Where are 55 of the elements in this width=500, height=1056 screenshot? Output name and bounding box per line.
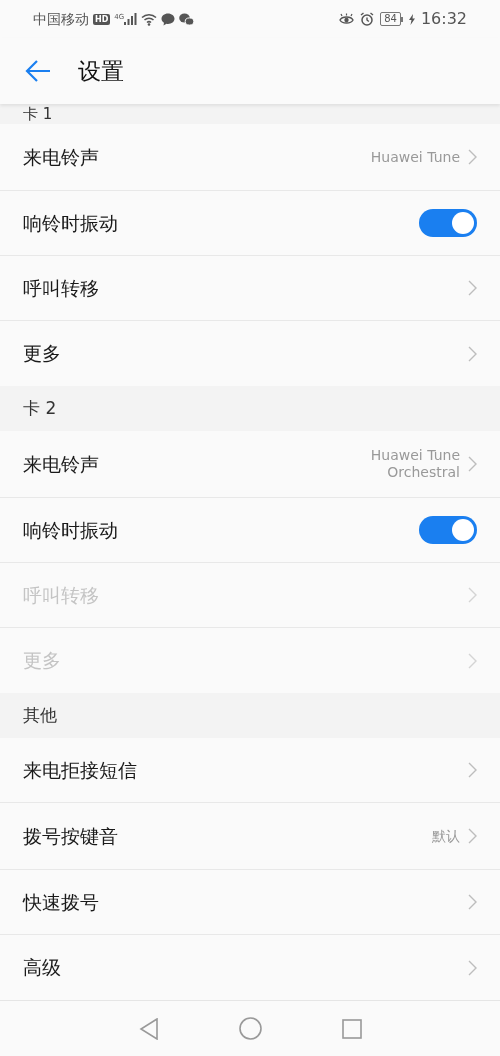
settings-row[interactable]: 呼叫转移 — [0, 256, 500, 321]
wifi-icon — [141, 12, 158, 26]
row-label: 更多 — [23, 341, 61, 367]
page-title: 设置 — [78, 56, 124, 86]
settings-row[interactable]: 更多 — [0, 321, 500, 386]
settings-row[interactable]: 响铃时振动 — [0, 498, 500, 563]
row-label: 来电铃声 — [23, 144, 99, 170]
back-arrow-icon[interactable] — [25, 60, 51, 82]
chevron-icon — [468, 828, 477, 844]
recents-nav-icon[interactable] — [341, 1018, 362, 1039]
row-label: 呼叫转移 — [23, 275, 99, 301]
section-header: 其他 — [23, 703, 57, 727]
row-value: Huawei Tune — [370, 148, 460, 166]
row-value: 默认 — [432, 827, 460, 845]
eye-icon — [339, 12, 355, 26]
row-label: 响铃时振动 — [23, 517, 118, 543]
row-label: 高级 — [23, 955, 61, 981]
settings-row[interactable]: 拨号按键音 默认 — [0, 803, 500, 870]
chevron-icon — [468, 456, 477, 472]
signal-icon — [124, 13, 138, 25]
settings-row[interactable]: 来电拒接短信 — [0, 738, 500, 803]
clock-time: 16:32 — [420, 8, 467, 30]
carrier-name: 中国移动 — [33, 9, 89, 29]
row-label: 来电铃声 — [23, 451, 99, 477]
battery-tip-icon — [400, 16, 403, 22]
row-label: 来电拒接短信 — [23, 757, 137, 783]
back-nav-icon[interactable] — [138, 1017, 159, 1040]
chevron-icon — [468, 149, 477, 165]
chevron-icon — [468, 959, 477, 976]
settings-row[interactable]: 高级 — [0, 935, 500, 1000]
alarm-clock-icon — [360, 12, 375, 26]
chevron-icon — [468, 280, 477, 296]
chevron-icon — [468, 587, 477, 603]
chevron-icon — [468, 652, 477, 669]
chevron-icon — [468, 894, 477, 910]
row-label: 快速拨号 — [23, 889, 99, 915]
row-label: 拨号按键音 — [23, 823, 118, 849]
toggle-switch[interactable] — [419, 209, 477, 237]
two-bubbles-icon — [179, 12, 195, 26]
home-nav-icon[interactable] — [238, 1017, 262, 1040]
settings-row[interactable]: 快速拨号 — [0, 870, 500, 935]
chevron-icon — [468, 345, 477, 362]
row-value: Huawei Tune Orchestral — [369, 447, 460, 481]
settings-row[interactable]: 来电铃声 Huawei Tune — [0, 124, 500, 191]
settings-row[interactable]: 来电铃声 Huawei Tune Orchestral — [0, 431, 500, 498]
chat-bubble-icon — [161, 12, 176, 26]
section-header: 卡 2 — [23, 396, 57, 420]
toggle-switch[interactable] — [419, 516, 477, 544]
hd-badge: HD — [93, 13, 111, 25]
settings-row[interactable]: 响铃时振动 — [0, 191, 500, 256]
chevron-icon — [468, 762, 477, 778]
section-header: 卡 1 — [23, 105, 53, 123]
row-label: 响铃时振动 — [23, 210, 118, 236]
battery-level: 84 — [380, 12, 401, 26]
charging-bolt-icon — [408, 13, 415, 25]
